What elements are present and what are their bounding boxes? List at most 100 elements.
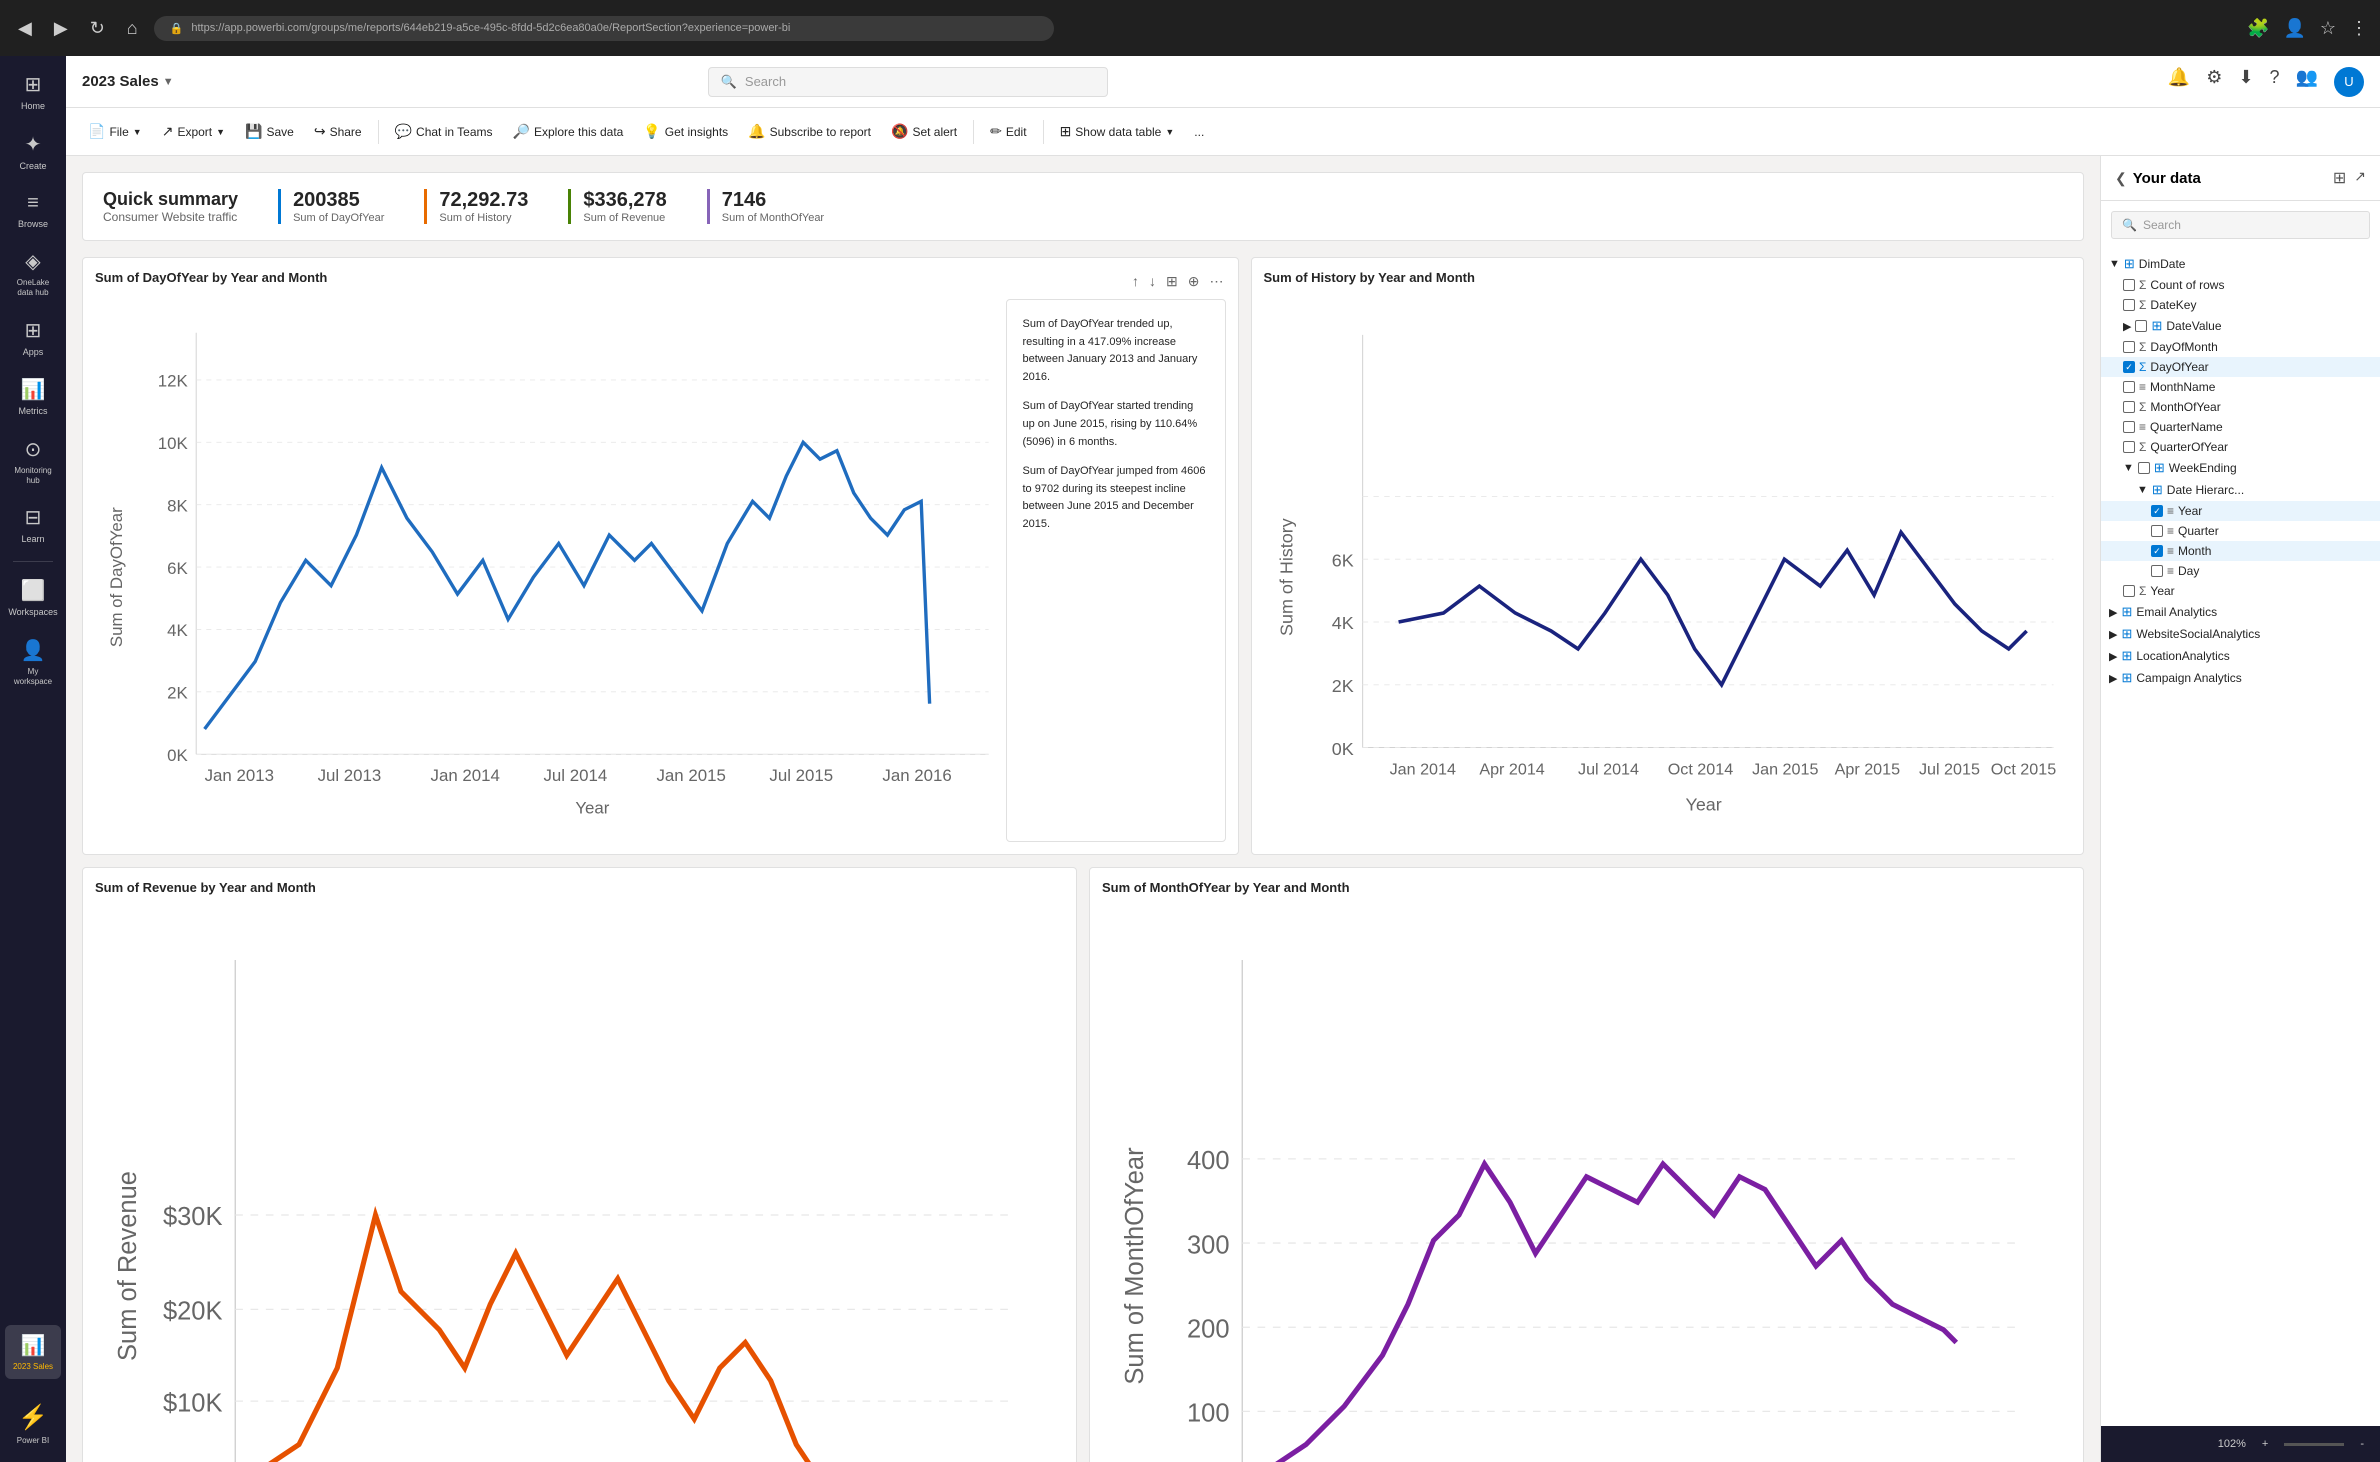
monthofyear-checkbox[interactable] (2123, 401, 2135, 413)
datehierarc-icon: ⊞ (2152, 482, 2163, 498)
tree-item-location-analytics[interactable]: ▶ ⊞ LocationAnalytics (2101, 645, 2380, 667)
search-placeholder: Search (745, 74, 786, 89)
tree-item-quarterofyear[interactable]: Σ QuarterOfYear (2101, 437, 2380, 457)
sidebar-item-monitoring[interactable]: ⊙ Monitoring hub (5, 429, 61, 493)
sort-asc-icon[interactable]: ↑ (1130, 271, 1141, 292)
datehierarc-label: Date Hierarc... (2167, 483, 2244, 497)
zoom-slider[interactable] (2284, 1443, 2344, 1446)
export-button[interactable]: ↗ Export ▼ (154, 118, 233, 145)
tree-item-quarter-hier[interactable]: ≡ Quarter (2101, 521, 2380, 541)
tree-item-datekey[interactable]: Σ DateKey (2101, 295, 2380, 315)
save-button[interactable]: 💾 Save (237, 118, 302, 145)
zoom-out-button[interactable]: - (2360, 1438, 2364, 1450)
settings-icon[interactable]: ⚙ (2206, 67, 2222, 97)
tree-item-quartername[interactable]: ≡ QuarterName (2101, 417, 2380, 437)
tree-item-year-hier[interactable]: ✓ ≡ Year (2101, 501, 2380, 521)
filter-search-bar[interactable]: 🔍 Search (2111, 211, 2370, 239)
panel-collapse-icon[interactable]: ❮ (2115, 170, 2127, 187)
extensions-icon[interactable]: 🧩 (2247, 18, 2269, 39)
help-icon[interactable]: ? (2270, 67, 2280, 97)
panel-view-toggle[interactable]: ⊞ (2333, 168, 2346, 188)
more-icon[interactable]: ⋯ (1208, 271, 1226, 292)
datevalue-checkbox[interactable] (2135, 320, 2147, 332)
datekey-checkbox[interactable] (2123, 299, 2135, 311)
svg-text:Jan 2014: Jan 2014 (1389, 761, 1455, 779)
sidebar-item-onelake[interactable]: ◈ OneLake data hub (5, 241, 61, 305)
url-text: https://app.powerbi.com/groups/me/report… (191, 22, 790, 34)
share-person-icon[interactable]: 👥 (2296, 67, 2318, 97)
tree-item-weekending[interactable]: ▼ ⊞ WeekEnding (2101, 457, 2380, 479)
day-hier-checkbox[interactable] (2151, 565, 2163, 577)
svg-text:4K: 4K (1331, 613, 1353, 633)
share-icon: ↪ (314, 123, 326, 140)
sidebar-item-myworkspace[interactable]: 👤 My workspace (5, 630, 61, 694)
drill-icon[interactable]: ⊕ (1186, 271, 1202, 292)
panel-expand-icon[interactable]: ↗ (2354, 168, 2366, 188)
tree-item-dayofmonth[interactable]: Σ DayOfMonth (2101, 337, 2380, 357)
tree-item-count-rows[interactable]: Σ Count of rows (2101, 275, 2380, 295)
bookmark-icon[interactable]: ☆ (2320, 18, 2336, 39)
sidebar-item-current-report[interactable]: 📊 2023 Sales (5, 1325, 61, 1380)
weekending-checkbox[interactable] (2138, 462, 2150, 474)
dayofmonth-checkbox[interactable] (2123, 341, 2135, 353)
tree-item-datehierarc[interactable]: ▼ ⊞ Date Hierarc... (2101, 479, 2380, 501)
year-field-checkbox[interactable] (2123, 585, 2135, 597)
sidebar-label-browse: Browse (18, 219, 48, 230)
forward-button[interactable]: ▶ (48, 14, 74, 43)
dropdown-icon[interactable]: ▼ (163, 76, 174, 88)
url-bar[interactable]: 🔒 https://app.powerbi.com/groups/me/repo… (154, 16, 1054, 41)
quarterofyear-checkbox[interactable] (2123, 441, 2135, 453)
tree-item-datevalue[interactable]: ▶ ⊞ DateValue (2101, 315, 2380, 337)
download-icon[interactable]: ⬇ (2238, 67, 2253, 97)
profile-icon[interactable]: 👤 (2283, 18, 2305, 39)
share-button[interactable]: ↪ Share (306, 118, 370, 145)
tree-item-dayofyear[interactable]: ✓ Σ DayOfYear (2101, 357, 2380, 377)
sidebar-item-metrics[interactable]: 📊 Metrics (5, 369, 61, 425)
sidebar-item-workspaces[interactable]: ⬜ Workspaces (5, 570, 61, 626)
notification-icon[interactable]: 🔔 (2168, 67, 2190, 97)
svg-text:Jan 2016: Jan 2016 (882, 766, 951, 785)
tree-item-campaign-analytics[interactable]: ▶ ⊞ Campaign Analytics (2101, 667, 2380, 689)
quartername-checkbox[interactable] (2123, 421, 2135, 433)
quarter-hier-checkbox[interactable] (2151, 525, 2163, 537)
subscribe-button[interactable]: 🔔 Subscribe to report (740, 118, 879, 145)
home-button[interactable]: ⌂ (121, 14, 144, 43)
show-data-button[interactable]: ⊞ Show data table ▼ (1052, 118, 1183, 145)
tree-item-year-field[interactable]: Σ Year (2101, 581, 2380, 601)
export-icon: ↗ (162, 123, 174, 140)
zoom-in-button[interactable]: + (2262, 1438, 2268, 1450)
tree-item-dimdate[interactable]: ▼ ⊞ DimDate (2101, 253, 2380, 275)
back-button[interactable]: ◀ (12, 14, 38, 43)
sidebar-item-create[interactable]: ✦ Create (5, 124, 61, 180)
more-button[interactable]: ... (1186, 120, 1212, 144)
tree-item-monthofyear[interactable]: Σ MonthOfYear (2101, 397, 2380, 417)
user-avatar[interactable]: U (2334, 67, 2364, 97)
sidebar-item-browse[interactable]: ≡ Browse (5, 184, 61, 238)
svg-text:Sum of MonthOfYear: Sum of MonthOfYear (1121, 1146, 1149, 1384)
tree-item-month-hier[interactable]: ✓ ≡ Month (2101, 541, 2380, 561)
dayofyear-checkbox[interactable]: ✓ (2123, 361, 2135, 373)
set-alert-button[interactable]: 🔕 Set alert (883, 118, 965, 145)
get-insights-button[interactable]: 💡 Get insights (635, 118, 736, 145)
chat-teams-button[interactable]: 💬 Chat in Teams (387, 118, 501, 145)
tree-item-email-analytics[interactable]: ▶ ⊞ Email Analytics (2101, 601, 2380, 623)
tree-item-day-hier[interactable]: ≡ Day (2101, 561, 2380, 581)
sidebar-item-apps[interactable]: ⊞ Apps (5, 310, 61, 366)
sidebar-item-home[interactable]: ⊞ Home (5, 64, 61, 120)
count-rows-checkbox[interactable] (2123, 279, 2135, 291)
expand-icon[interactable]: ⊞ (1164, 271, 1180, 292)
file-button[interactable]: 📄 File ▼ (80, 118, 150, 145)
refresh-button[interactable]: ↻ (84, 14, 111, 43)
settings-icon[interactable]: ⋮ (2350, 18, 2368, 39)
month-hier-checkbox[interactable]: ✓ (2151, 545, 2163, 557)
explore-data-button[interactable]: 🔎 Explore this data (505, 118, 632, 145)
monthname-checkbox[interactable] (2123, 381, 2135, 393)
dimdate-label: DimDate (2139, 257, 2186, 271)
sort-desc-icon[interactable]: ↓ (1147, 271, 1158, 292)
search-bar[interactable]: 🔍 Search (708, 67, 1108, 97)
year-hier-checkbox[interactable]: ✓ (2151, 505, 2163, 517)
tree-item-website-analytics[interactable]: ▶ ⊞ WebsiteSocialAnalytics (2101, 623, 2380, 645)
sidebar-item-learn[interactable]: ⊟ Learn (5, 497, 61, 553)
tree-item-monthname[interactable]: ≡ MonthName (2101, 377, 2380, 397)
edit-button[interactable]: ✏ Edit (982, 118, 1034, 145)
